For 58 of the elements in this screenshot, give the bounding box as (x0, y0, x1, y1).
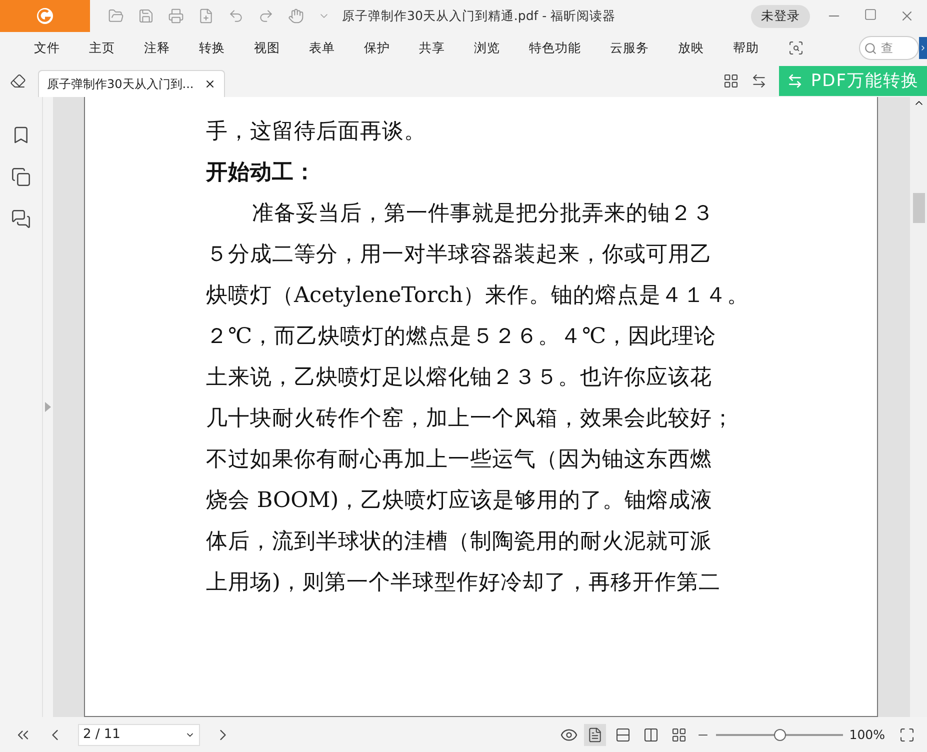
page-field[interactable]: 2 / 11 (78, 724, 200, 746)
menu-item[interactable]: 放映 (678, 40, 704, 56)
pages-icon[interactable] (11, 167, 31, 187)
menu-item[interactable]: 文件 (34, 40, 60, 56)
text-line: 上用场)，则第一个半球型作好冷却了，再移开作第二 (206, 569, 722, 597)
print-icon[interactable] (168, 8, 184, 24)
document-tab[interactable]: 原子弹制作30天从入门到... (38, 70, 225, 97)
swap-icon[interactable] (750, 72, 767, 88)
text-line: 土来说，乙炔喷灯足以熔化铀２３５。也许你应该花 (206, 364, 713, 392)
chevron-right-icon (919, 44, 927, 52)
section-heading: 开始动工： (206, 159, 317, 187)
save-icon[interactable] (138, 8, 154, 24)
search-field[interactable]: 查 (859, 36, 919, 60)
menu-item[interactable]: 主页 (89, 40, 115, 56)
menu-item[interactable]: 帮助 (733, 40, 759, 56)
hand-icon[interactable] (288, 8, 304, 24)
text-line: ２℃，而乙炔喷灯的燃点是５２６。４℃，因此理论 (206, 323, 718, 351)
menu-item[interactable]: 共享 (419, 40, 445, 56)
login-button[interactable]: 未登录 (751, 4, 810, 28)
text-line: 炔喷灯（AcetyleneTorch）来作。铀的熔点是４１４。 (206, 282, 750, 310)
search-icon (864, 42, 877, 54)
close-icon[interactable] (204, 78, 216, 90)
search-options-icon[interactable] (788, 40, 804, 56)
text-line: 烧会 BOOM)，乙炔喷灯应该是够用的了。铀熔成液 (206, 487, 714, 515)
undo-icon[interactable] (228, 8, 244, 24)
fullscreen-icon[interactable] (899, 726, 915, 742)
view-mode-icon (615, 726, 632, 742)
comments-icon[interactable] (11, 209, 31, 229)
grid-icon[interactable] (722, 72, 739, 88)
maximize-icon[interactable] (864, 8, 877, 21)
zoom-thumb[interactable] (774, 728, 786, 740)
eraser-icon[interactable] (10, 72, 26, 88)
view-mode-icon (587, 726, 604, 742)
menu-item[interactable]: 转换 (199, 40, 225, 56)
redo-icon[interactable] (258, 8, 274, 24)
text-line: ５分成二等分，用一对半球容器装起来，你或可用乙 (206, 241, 713, 269)
view-mode-button[interactable] (584, 724, 606, 746)
text-line: 手，这留待后面再谈。 (206, 118, 427, 146)
text-line: 几十块耐火砖作个窑，加上一个风箱，效果会此较好； (206, 405, 735, 433)
zoom-reading: 100% (849, 727, 885, 742)
logo-icon (35, 6, 55, 26)
new-file-icon[interactable] (198, 8, 214, 24)
menu-item[interactable]: 注释 (144, 40, 170, 56)
menu-item[interactable]: 浏览 (474, 40, 500, 56)
menu-item[interactable]: 云服务 (610, 40, 649, 56)
swap-icon (786, 72, 803, 88)
view-mode-icon (671, 726, 688, 742)
text-line: 准备妥当后，第一件事就是把分批弄来的铀２３ (251, 200, 715, 228)
scrollbar-thumb[interactable] (912, 193, 924, 223)
text-line: 不过如果你有耐心再加上一些运气（因为铀这东西燃 (206, 446, 713, 474)
menu-item[interactable]: 表单 (309, 40, 335, 56)
view-mode-icon (643, 726, 660, 742)
text-line: 体后，流到半球状的洼槽（制陶瓷用的耐火泥就可派 (206, 528, 713, 556)
menu-item[interactable]: 保护 (364, 40, 390, 56)
open-folder-icon[interactable] (108, 8, 124, 24)
menu-item[interactable]: 特色功能 (529, 40, 581, 56)
window-title: 原子弹制作30天从入门到精通.pdf - 福昕阅读器 (342, 8, 617, 24)
menu-item[interactable]: 视图 (254, 40, 280, 56)
